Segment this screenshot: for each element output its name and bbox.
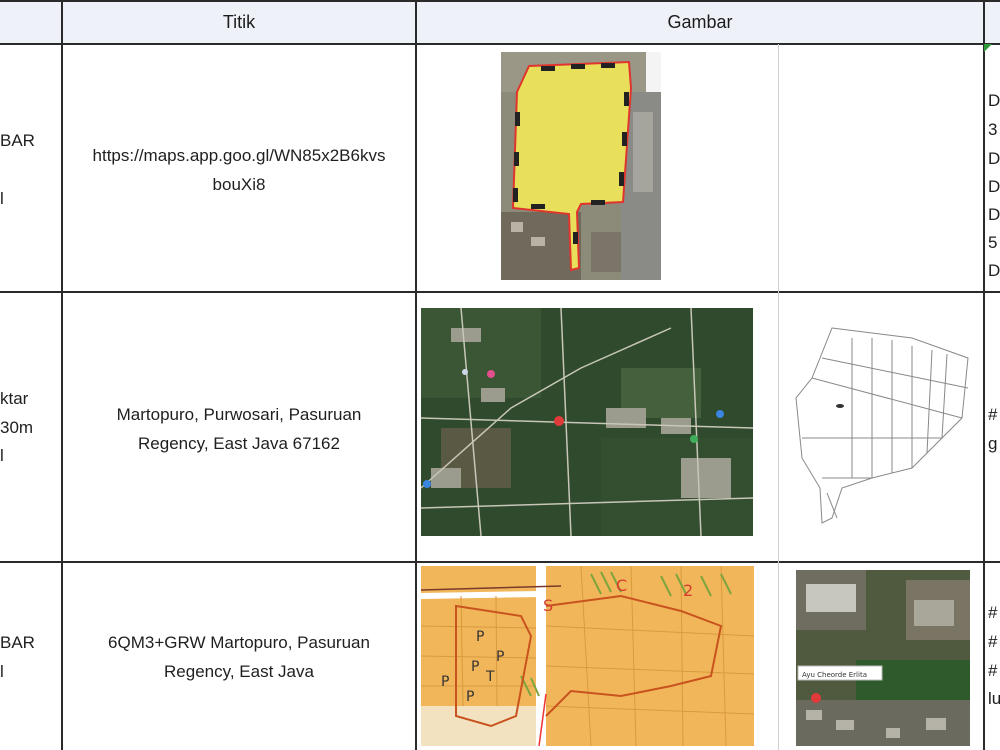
row1-titik: https://maps.app.goo.gl/WN85x2B6kvs bouX… [62,141,416,199]
row1-right-fragment-4: D [988,177,1000,196]
row3-left-fragment-1: BAR [0,633,35,652]
row2-right-fragment-2: g [988,434,998,453]
row3-right-fragment-3: # [988,661,998,680]
svg-text:S: S [543,596,553,615]
row3-titik: 6QM3+GRW Martopuro, Pasuruan Regency, Ea… [62,628,416,686]
column-divider-image-split [778,44,779,750]
row1-right-fragment-1: D [988,91,1000,110]
row3-cadastral-map-image: PPP PPT C2S [421,566,754,746]
row1-right-fragment-2: 3 [988,120,998,139]
row3-left-fragment-2: l [0,662,4,681]
svg-text:P: P [476,629,484,645]
row2-left-fragment-2: 30m [0,418,34,437]
row2-titik-line-1: Martopuro, Purwosari, Pasuruan [116,405,362,424]
row2-cadastral-sketch-image [792,318,970,528]
row1-right-fragment-7: D [988,261,1000,280]
row3-titik-line-2: Regency, East Java [164,662,314,681]
row3-right-fragment-1: # [988,603,998,622]
row2-left-fragment-3: l [0,446,4,465]
row3-satellite-map-image: Ayu Cheorde Erlita [796,570,970,746]
row1-right-fragment-5: D [988,205,1000,224]
row-divider-2 [0,561,1000,563]
row3-map-label: Ayu Cheorde Erlita [802,671,867,679]
header-divider [0,43,1000,45]
svg-text:P: P [441,674,449,690]
row3-titik-line-1: 6QM3+GRW Martopuro, Pasuruan [108,633,370,652]
comment-marker-icon [984,44,992,52]
row1-titik-line-1[interactable]: https://maps.app.goo.gl/WN85x2B6kvs [62,141,416,170]
svg-text:P: P [471,659,479,675]
row1-plot-map-image [501,52,661,280]
row3-right-fragment-4: lu [988,689,1000,708]
marker-icon [811,693,821,703]
row1-titik-line-2[interactable]: bouXi8 [62,170,416,199]
row1-right-fragment-6: 5 [988,233,998,252]
svg-text:2: 2 [683,581,693,600]
row2-right-fragment-1: # [988,405,998,424]
row1-left-fragment-2: l [0,189,4,208]
row2-titik: Martopuro, Purwosari, Pasuruan Regency, … [62,400,416,458]
svg-text:T: T [485,669,495,685]
column-header-titik: Titik [222,11,256,32]
row1-right-fragment-3: D [988,149,1000,168]
column-divider-3 [983,0,985,750]
row-divider-1 [0,291,1000,293]
row1-left-fragment-1: BAR [0,131,35,150]
svg-text:P: P [496,649,504,665]
column-header-gambar: Gambar [667,11,733,32]
table-border-top [0,0,1000,2]
map-pin-icon [554,416,564,426]
row2-left-fragment-1: ktar [0,389,29,408]
row3-right-fragment-2: # [988,632,998,651]
row2-satellite-map-image [421,308,753,536]
svg-text:P: P [466,689,474,705]
row2-titik-line-2: Regency, East Java 67162 [138,434,340,453]
svg-text:C: C [616,576,627,595]
